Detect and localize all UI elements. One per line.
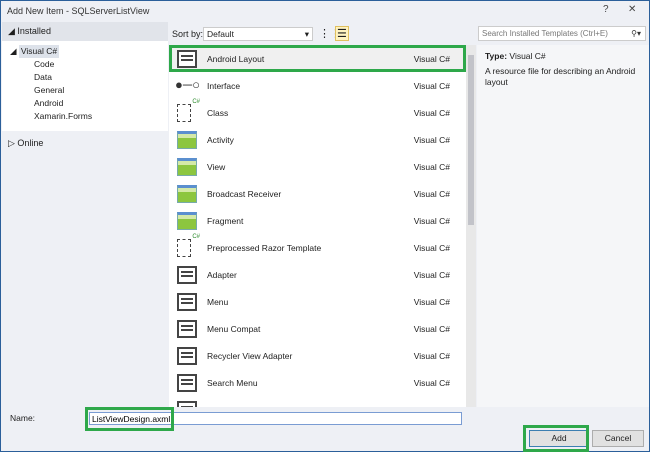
- template-name: View: [207, 161, 226, 172]
- installed-label: Installed: [17, 26, 51, 36]
- template-item[interactable]: View Visual C#: [169, 153, 466, 180]
- list-view-icon[interactable]: ☰: [335, 26, 349, 41]
- tree-general[interactable]: General: [2, 84, 168, 97]
- template-item[interactable]: Menu Visual C#: [169, 288, 466, 315]
- template-language: Visual C#: [413, 242, 450, 253]
- sort-label: Sort by:: [172, 29, 204, 39]
- chevron-down-icon: ▾: [304, 29, 309, 39]
- window-title: Add New Item - SQLServerListView: [7, 6, 150, 16]
- template-icon: [177, 99, 200, 122]
- template-tree: ◢ Installed ◢ Visual C# Code Data Genera…: [2, 22, 168, 407]
- template-icon: [177, 400, 197, 407]
- name-label: Name:: [10, 413, 36, 423]
- template-description: A resource file for describing an Androi…: [485, 66, 636, 87]
- template-list: Android Layout Visual C# Interface Visual C…: [169, 45, 466, 407]
- template-icon: [177, 211, 197, 230]
- template-item[interactable]: Search Menu Visual C#: [169, 369, 466, 396]
- template-name: Search Menu: [207, 377, 258, 388]
- template-language: Visual C#: [413, 323, 450, 334]
- type-value: Visual C#: [509, 51, 546, 61]
- tree-online[interactable]: ▷ Online: [2, 131, 168, 156]
- template-item[interactable]: Preprocessed Razor Template Visual C#: [169, 234, 466, 261]
- template-name: Menu Compat: [207, 323, 261, 334]
- template-icon: [177, 184, 197, 203]
- search-input[interactable]: Search Installed Templates (Ctrl+E) ⚲▾: [478, 26, 646, 41]
- online-label: Online: [17, 138, 44, 148]
- template-icon: [177, 373, 197, 392]
- template-item[interactable]: Broadcast Receiver Visual C#: [169, 180, 466, 207]
- template-name: Class: [207, 107, 229, 118]
- template-name: Preprocessed Razor Template: [207, 242, 322, 253]
- template-item[interactable]: Activity Visual C#: [169, 126, 466, 153]
- template-name: Search Menu Action Provider: [207, 405, 317, 408]
- template-icon: [177, 130, 197, 149]
- tree-xamarin-forms[interactable]: Xamarin.Forms: [2, 110, 168, 123]
- template-name: Menu: [207, 296, 229, 307]
- template-name: Android Layout: [207, 53, 265, 64]
- tree-visual-csharp[interactable]: ◢ Visual C#: [2, 45, 168, 58]
- template-item[interactable]: Search Menu Action Provider Visual C#: [169, 396, 466, 407]
- template-icon: [177, 234, 200, 257]
- template-language: Visual C#: [413, 296, 450, 307]
- template-language: Visual C#: [413, 161, 450, 172]
- template-language: Visual C#: [413, 188, 450, 199]
- template-item[interactable]: Recycler View Adapter Visual C#: [169, 342, 466, 369]
- tree-installed[interactable]: ◢ Installed: [2, 22, 168, 41]
- scrollbar-thumb[interactable]: [468, 55, 474, 225]
- add-highlight: [523, 425, 589, 452]
- sort-select[interactable]: Default ▾: [203, 27, 313, 41]
- tree-label: Visual C#: [18, 45, 60, 58]
- template-name: Interface: [207, 80, 241, 91]
- name-highlight: [85, 407, 174, 431]
- cancel-button[interactable]: Cancel: [592, 430, 644, 447]
- template-icon: [177, 319, 197, 338]
- template-icon: [175, 77, 200, 95]
- template-language: Visual C#: [413, 53, 450, 64]
- template-icon: [177, 346, 197, 365]
- template-language: Visual C#: [413, 269, 450, 280]
- tree-android[interactable]: Android: [2, 97, 168, 110]
- template-name: Recycler View Adapter: [207, 350, 293, 361]
- template-language: Visual C#: [413, 134, 450, 145]
- list-scrollbar[interactable]: [466, 45, 476, 407]
- details-panel: Type: Visual C# A resource file for desc…: [477, 45, 649, 407]
- template-language: Visual C#: [413, 215, 450, 226]
- search-placeholder: Search Installed Templates (Ctrl+E): [482, 29, 608, 38]
- template-name: Fragment: [207, 215, 244, 226]
- template-language: Visual C#: [413, 350, 450, 361]
- template-name: Adapter: [207, 269, 237, 280]
- template-language: Visual C#: [413, 80, 450, 91]
- template-icon: [177, 49, 197, 68]
- template-icon: [177, 292, 197, 311]
- sort-bar: Sort by: Default ▾ ⋮⋮ ☰: [169, 26, 475, 44]
- sort-value: Default: [207, 29, 234, 39]
- close-button[interactable]: ✕: [628, 4, 636, 15]
- template-language: Visual C#: [413, 377, 450, 388]
- template-name: Broadcast Receiver: [207, 188, 282, 199]
- tree-code[interactable]: Code: [2, 58, 168, 71]
- template-item[interactable]: Interface Visual C#: [169, 72, 466, 99]
- help-button[interactable]: ?: [603, 4, 609, 15]
- type-label: Type:: [485, 51, 508, 61]
- template-icon: [177, 265, 197, 284]
- template-item[interactable]: Fragment Visual C#: [169, 207, 466, 234]
- template-item[interactable]: Menu Compat Visual C#: [169, 315, 466, 342]
- template-item[interactable]: Adapter Visual C#: [169, 261, 466, 288]
- template-language: Visual C#: [413, 107, 450, 118]
- template-language: Visual C#: [414, 405, 450, 408]
- template-icon: [177, 157, 197, 176]
- template-item[interactable]: Android Layout Visual C#: [169, 45, 466, 72]
- add-new-item-dialog: Add New Item - SQLServerListView ? ✕ ◢ I…: [0, 0, 650, 452]
- search-icon[interactable]: ⚲▾: [631, 29, 641, 38]
- template-name: Activity: [207, 134, 234, 145]
- template-item[interactable]: Class Visual C#: [169, 99, 466, 126]
- tree-data[interactable]: Data: [2, 71, 168, 84]
